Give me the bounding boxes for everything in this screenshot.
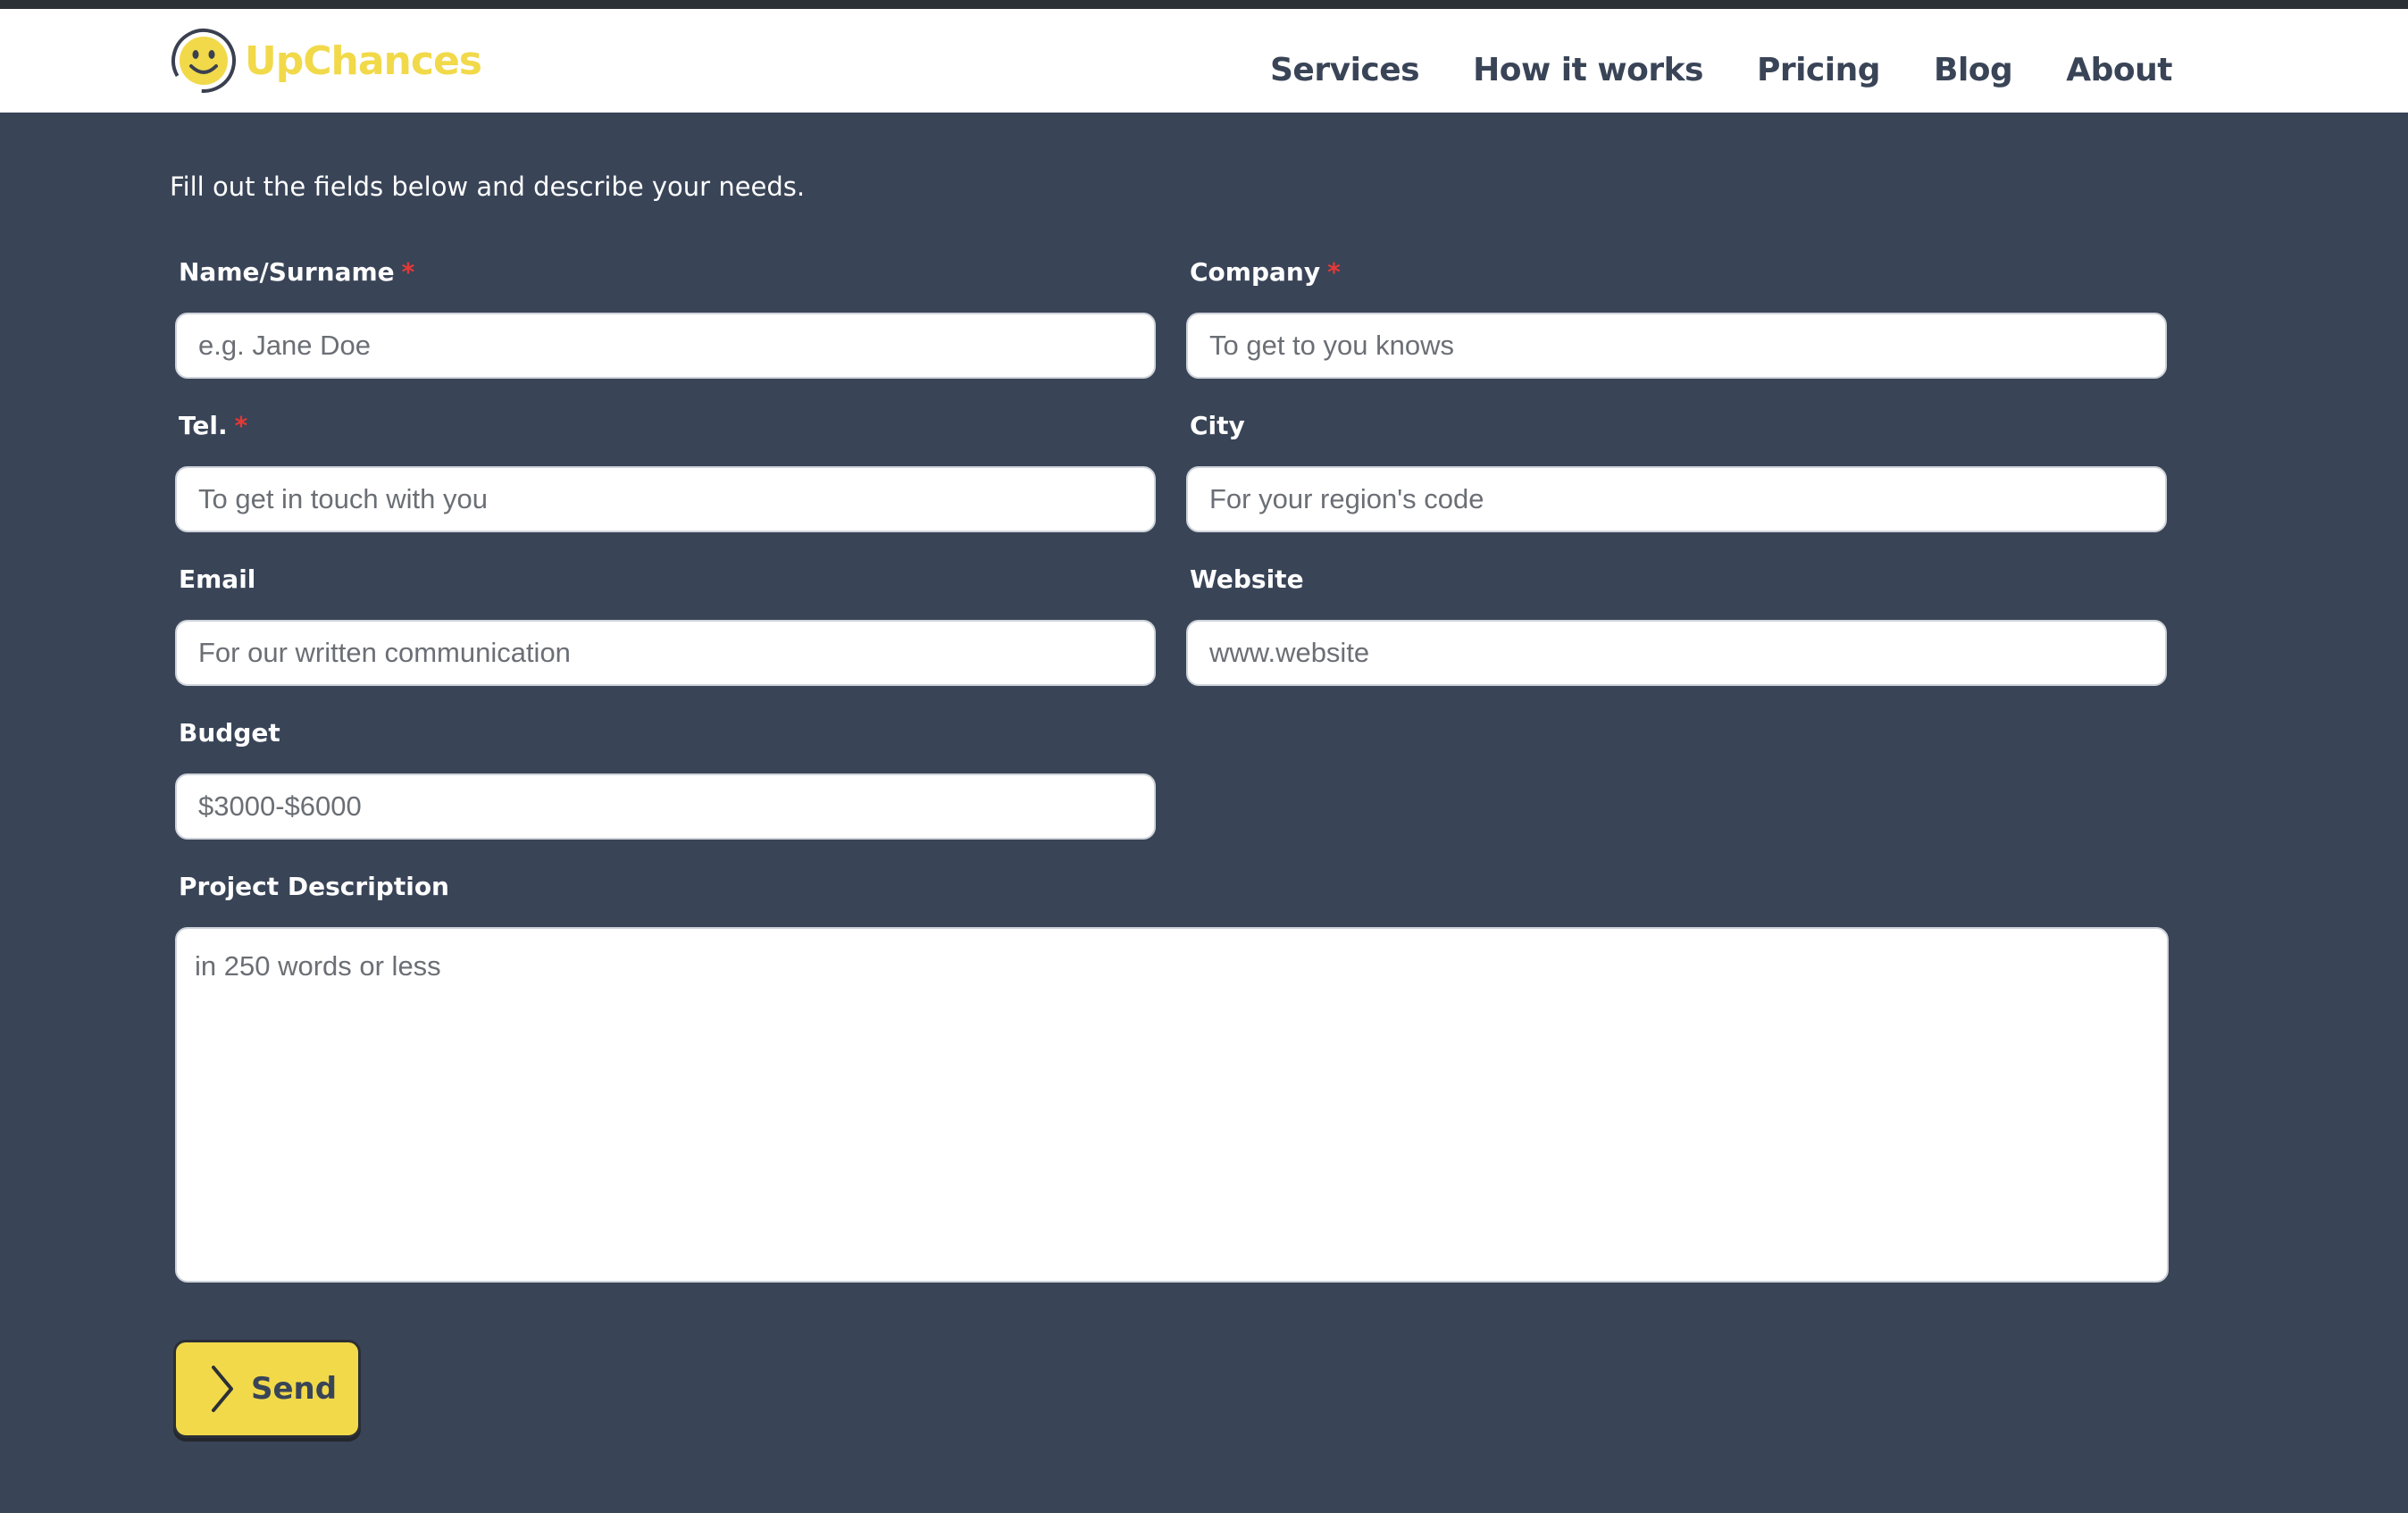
company-input[interactable]: [1186, 313, 2167, 379]
nav-item-pricing[interactable]: Pricing: [1757, 52, 1881, 88]
required-marker: *: [1327, 257, 1341, 287]
email-label: Email: [179, 564, 256, 594]
required-marker: *: [234, 411, 248, 440]
send-button[interactable]: Send: [173, 1340, 361, 1438]
budget-select[interactable]: [175, 773, 1156, 840]
smiley-face-icon: [171, 29, 236, 93]
email-input[interactable]: [175, 620, 1156, 686]
nav-item-about[interactable]: About: [2066, 52, 2172, 88]
form-intro: Fill out the fields below and describe y…: [170, 171, 806, 202]
chevron-right-icon: [212, 1366, 233, 1412]
city-label: City: [1190, 411, 1245, 440]
budget-label: Budget: [179, 718, 280, 748]
name-label: Name/Surname *: [179, 257, 415, 287]
tel-label: Tel. *: [179, 411, 248, 440]
tel-input[interactable]: [175, 466, 1156, 532]
nav-item-how-it-works[interactable]: How it works: [1473, 52, 1703, 88]
brand-name: UpChances: [245, 38, 482, 84]
name-input[interactable]: [175, 313, 1156, 379]
nav-item-services[interactable]: Services: [1270, 52, 1420, 88]
brand-logo[interactable]: UpChances: [170, 27, 482, 95]
nav-item-blog[interactable]: Blog: [1934, 52, 2013, 88]
site-header: UpChances Services How it works Pricing …: [0, 9, 2408, 113]
company-label: Company *: [1190, 257, 1341, 287]
description-textarea[interactable]: [175, 927, 2169, 1283]
website-input[interactable]: [1186, 620, 2167, 686]
required-marker: *: [401, 257, 415, 287]
city-input[interactable]: [1186, 466, 2167, 532]
top-strip: [0, 0, 2408, 9]
description-label: Project Description: [179, 872, 449, 901]
main-nav: Services How it works Pricing Blog About: [1217, 18, 2172, 121]
send-label: Send: [251, 1371, 338, 1407]
website-label: Website: [1190, 564, 1304, 594]
